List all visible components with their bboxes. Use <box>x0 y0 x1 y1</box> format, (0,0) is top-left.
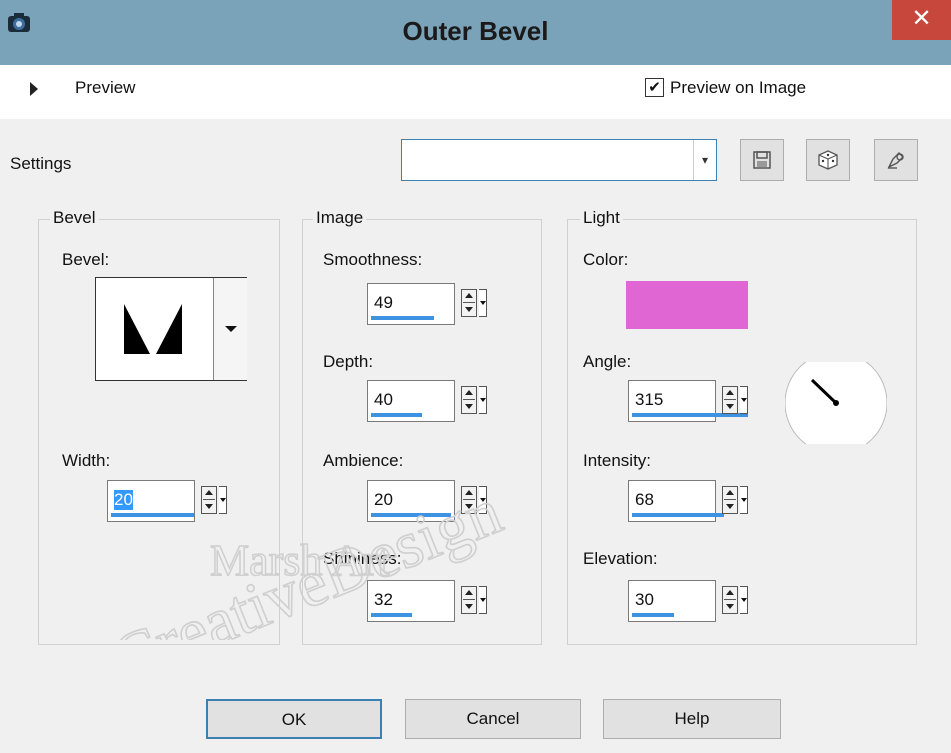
elevation-input[interactable]: 30 <box>628 580 716 622</box>
ambience-value: 20 <box>374 490 393 509</box>
width-input[interactable]: 20 <box>107 480 195 522</box>
elevation-slider-bar[interactable] <box>632 613 674 617</box>
width-slider-bar[interactable] <box>111 513 194 517</box>
ambience-stepper[interactable]: 20 <box>367 480 503 522</box>
cancel-button[interactable]: Cancel <box>405 699 581 739</box>
angle-input[interactable]: 315 <box>628 380 748 422</box>
reset-button[interactable] <box>874 139 918 181</box>
angle-spin-arrows[interactable] <box>722 386 738 414</box>
elevation-value: 30 <box>635 590 654 609</box>
settings-label: Settings <box>10 154 72 173</box>
smoothness-slider-bar[interactable] <box>371 316 434 320</box>
depth-menu-arrow[interactable] <box>479 386 487 414</box>
color-label: Color: <box>583 250 629 269</box>
preview-on-image-label[interactable]: Preview on Image <box>670 78 806 98</box>
intensity-value: 68 <box>635 490 654 509</box>
shininess-stepper[interactable]: 32 <box>367 580 503 622</box>
randomize-button[interactable] <box>806 139 850 181</box>
settings-preset-dropdown[interactable]: ▾ <box>401 139 717 181</box>
expand-arrow-icon[interactable] <box>30 82 38 96</box>
save-preset-button[interactable] <box>740 139 784 181</box>
reset-icon <box>887 152 904 169</box>
width-stepper[interactable]: 20 <box>107 480 243 522</box>
image-group-title: Image <box>313 208 367 228</box>
intensity-label: Intensity: <box>583 451 652 470</box>
intensity-stepper[interactable]: 68 <box>628 480 764 522</box>
smoothness-stepper[interactable]: 49 <box>367 283 503 325</box>
shininess-label: Shininess: <box>323 549 402 568</box>
chevron-down-icon[interactable]: ▾ <box>693 140 716 180</box>
shininess-slider-bar[interactable] <box>371 613 412 617</box>
preview-label[interactable]: Preview <box>75 78 135 98</box>
depth-stepper[interactable]: 40 <box>367 380 503 422</box>
bevel-label: Bevel: <box>62 250 110 269</box>
ambience-menu-arrow[interactable] <box>479 486 487 514</box>
angle-value: 315 <box>635 390 664 409</box>
angle-label: Angle: <box>583 352 632 371</box>
width-spin-arrows[interactable] <box>201 486 217 514</box>
smoothness-value: 49 <box>374 293 393 312</box>
intensity-slider-bar[interactable] <box>632 513 724 517</box>
close-button[interactable]: ✕ <box>892 0 951 40</box>
angle-stepper[interactable]: 315 <box>628 380 764 422</box>
chevron-down-icon <box>225 326 237 332</box>
close-icon: ✕ <box>911 5 932 32</box>
depth-label: Depth: <box>323 352 374 371</box>
elevation-spin-arrows[interactable] <box>722 586 738 614</box>
help-button[interactable]: Help <box>603 699 781 739</box>
window-title: Outer Bevel <box>402 16 549 46</box>
ambience-slider-bar[interactable] <box>371 513 451 517</box>
intensity-menu-arrow[interactable] <box>740 486 748 514</box>
width-value: 20 <box>114 490 133 510</box>
depth-spin-arrows[interactable] <box>461 386 477 414</box>
ambience-label: Ambience: <box>323 451 404 470</box>
bevel-shape-icon <box>124 304 182 354</box>
elevation-menu-arrow[interactable] <box>740 586 748 614</box>
depth-value: 40 <box>374 390 393 409</box>
smoothness-menu-arrow[interactable] <box>479 289 487 317</box>
shininess-input[interactable]: 32 <box>367 580 455 622</box>
preview-strip <box>0 65 951 119</box>
angle-menu-arrow[interactable] <box>740 386 748 414</box>
elevation-stepper[interactable]: 30 <box>628 580 764 622</box>
smoothness-input[interactable]: 49 <box>367 283 455 325</box>
ambience-spin-arrows[interactable] <box>461 486 477 514</box>
width-label: Width: <box>62 451 111 470</box>
shininess-spin-arrows[interactable] <box>461 586 477 614</box>
light-group-title: Light <box>580 208 623 228</box>
ambience-input[interactable]: 20 <box>367 480 455 522</box>
shininess-menu-arrow[interactable] <box>479 586 487 614</box>
shininess-value: 32 <box>374 590 393 609</box>
bevel-shape-dropdown[interactable] <box>213 278 247 380</box>
depth-input[interactable]: 40 <box>367 380 455 422</box>
ok-button[interactable]: OK <box>206 699 382 739</box>
elevation-label: Elevation: <box>583 549 658 568</box>
width-menu-arrow[interactable] <box>219 486 227 514</box>
preview-on-image-checkbox[interactable]: ✔ <box>645 78 664 97</box>
smoothness-label: Smoothness: <box>323 250 423 269</box>
angle-dial[interactable] <box>784 351 888 455</box>
smoothness-spin-arrows[interactable] <box>461 289 477 317</box>
dice-icon <box>818 150 838 170</box>
save-icon <box>753 151 771 169</box>
bevel-group-title: Bevel <box>50 208 99 228</box>
intensity-input[interactable]: 68 <box>628 480 724 522</box>
light-color-swatch[interactable] <box>626 281 748 329</box>
depth-slider-bar[interactable] <box>371 413 422 417</box>
intensity-spin-arrows[interactable] <box>722 486 738 514</box>
